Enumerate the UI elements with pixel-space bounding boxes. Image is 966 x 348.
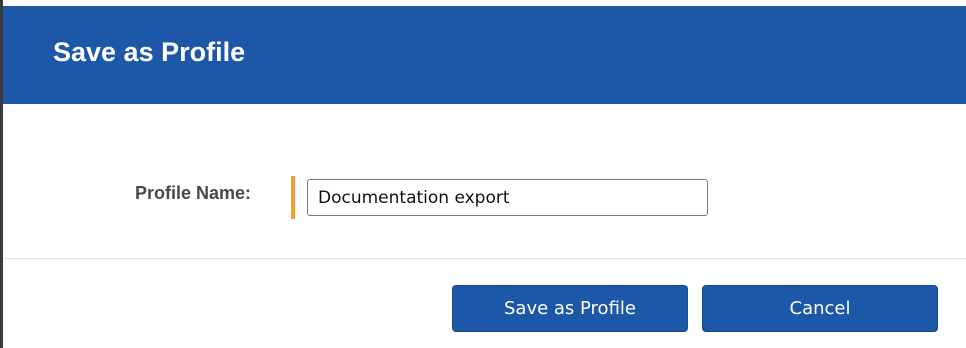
required-field-marker xyxy=(291,176,295,219)
save-as-profile-button[interactable]: Save as Profile xyxy=(452,285,688,332)
footer-divider xyxy=(3,258,966,259)
profile-name-label: Profile Name: xyxy=(135,183,252,203)
cancel-button[interactable]: Cancel xyxy=(702,285,938,332)
dialog-header: Save as Profile xyxy=(3,0,966,104)
dialog-title: Save as Profile xyxy=(53,37,246,67)
save-as-profile-dialog: Save as Profile Profile Name: Save as Pr… xyxy=(0,0,966,348)
profile-name-row: Profile Name: xyxy=(3,172,966,222)
profile-name-input[interactable] xyxy=(307,179,708,216)
